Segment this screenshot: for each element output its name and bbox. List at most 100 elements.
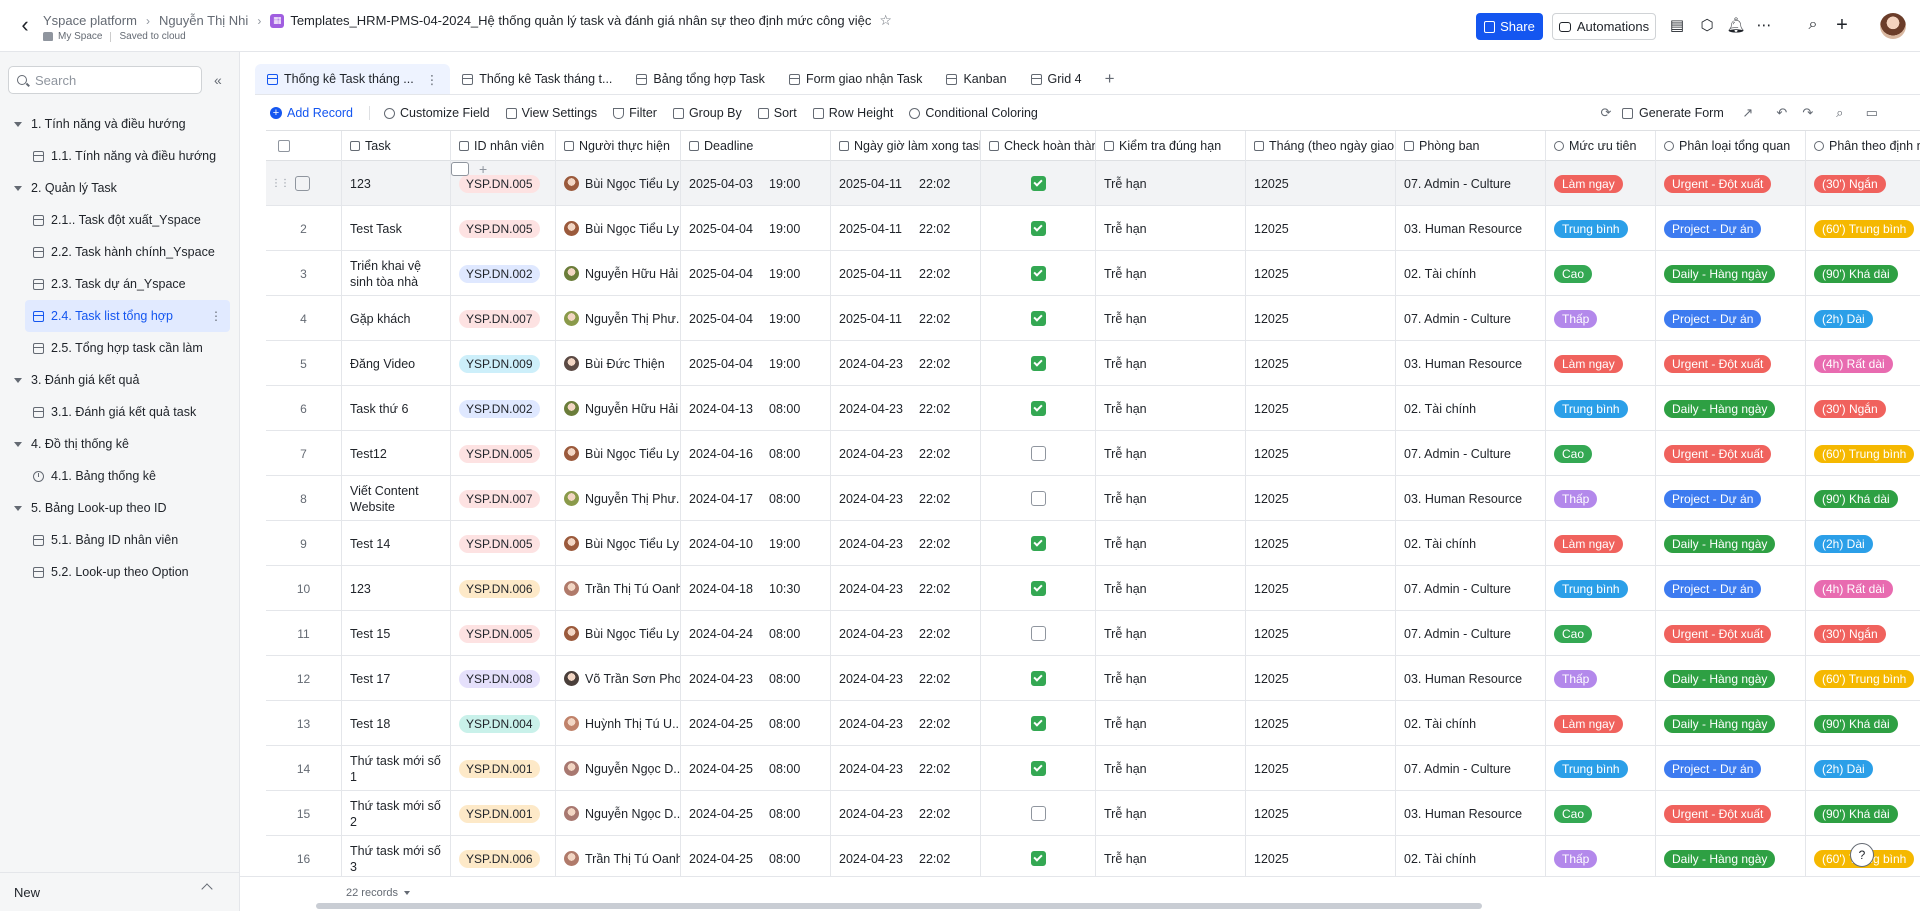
breadcrumb-item-owner[interactable]: Nguyễn Thị Nhi xyxy=(159,13,248,28)
cell-priority[interactable]: Làm ngay xyxy=(1546,161,1656,206)
sidebar-group[interactable]: 3. Đánh giá kết quả xyxy=(0,364,240,396)
undo-icon[interactable]: ↶ xyxy=(1772,105,1792,121)
table-row[interactable]: 8 Viết Content Website YSP.DN.007 Nguyễn Th… xyxy=(266,476,1920,521)
cell-category[interactable]: Urgent - Đột xuất xyxy=(1656,431,1806,476)
cell-priority[interactable]: Thấp xyxy=(1546,296,1656,341)
cell-check-done[interactable] xyxy=(981,386,1096,431)
checked-checkbox[interactable] xyxy=(1030,581,1046,596)
more-icon[interactable]: ⋮ xyxy=(426,72,439,87)
sidebar-item[interactable]: 2.3. Task dự án_Yspace xyxy=(0,268,240,300)
sidebar-new-button[interactable]: New xyxy=(0,872,240,911)
checked-checkbox[interactable] xyxy=(1030,176,1046,191)
column-month[interactable]: Tháng (theo ngày giao t... xyxy=(1246,131,1396,161)
tab-view[interactable]: Form giao nhận Task xyxy=(777,64,935,94)
cell-category[interactable]: Daily - Hàng ngày xyxy=(1656,521,1806,566)
tab-view[interactable]: Bảng tổng hợp Task xyxy=(624,64,777,94)
search-icon[interactable]: ⌕ xyxy=(1804,16,1822,34)
cell-assignee[interactable]: Nguyễn Ngọc D... xyxy=(556,791,681,836)
cell-category[interactable]: Daily - Hàng ngày xyxy=(1656,251,1806,296)
cell-department[interactable]: 03. Human Resource xyxy=(1396,206,1546,251)
cell-norm[interactable]: (90') Khá dài xyxy=(1806,251,1920,296)
table-row[interactable]: 9 Test 14 YSP.DN.005 Bùi Ngọc Tiểu Ly 2024-0… xyxy=(266,521,1920,566)
cell-check-done[interactable] xyxy=(981,836,1096,876)
cell-employee-id[interactable]: YSP.DN.002 xyxy=(451,386,556,431)
cell-norm[interactable]: (30') Ngắn xyxy=(1806,161,1920,206)
plugin-icon[interactable]: ⬡ xyxy=(1698,16,1716,34)
cell-check-done[interactable] xyxy=(981,566,1096,611)
table-row[interactable]: 6 Task thứ 6 YSP.DN.002 Nguyễn Hữu Hải 2024-… xyxy=(266,386,1920,431)
cell-category[interactable]: Project - Dự án xyxy=(1656,746,1806,791)
sidebar-item[interactable]: 2.4. Task list tổng hợp ⋮ xyxy=(25,300,230,332)
checked-checkbox[interactable] xyxy=(1030,401,1046,416)
cell-task[interactable]: Test 17 xyxy=(342,656,451,701)
cell-done-date[interactable]: 2024-04-23 22:02 xyxy=(831,656,981,701)
row-checkbox[interactable] xyxy=(295,176,310,191)
share-button[interactable]: Share xyxy=(1476,13,1543,40)
cell-priority[interactable]: Làm ngay xyxy=(1546,701,1656,746)
cell-department[interactable]: 02. Tài chính xyxy=(1396,521,1546,566)
cell-check-done[interactable] xyxy=(981,611,1096,656)
cell-check-done[interactable] xyxy=(981,161,1096,206)
cell-priority[interactable]: Trung bình xyxy=(1546,206,1656,251)
cell-category[interactable]: Project - Dự án xyxy=(1656,206,1806,251)
add-view-icon[interactable]: + xyxy=(1100,69,1120,89)
cell-employee-id[interactable]: YSP.DN.008 xyxy=(451,656,556,701)
cell-department[interactable]: 03. Human Resource xyxy=(1396,341,1546,386)
cell-norm[interactable]: (60') Trung bình xyxy=(1806,206,1920,251)
checked-checkbox[interactable] xyxy=(1030,356,1046,371)
checked-checkbox[interactable] xyxy=(1030,536,1046,551)
cell-norm[interactable]: (60') Trung bình xyxy=(1806,656,1920,701)
select-all-checkbox[interactable] xyxy=(278,140,290,152)
tab-view[interactable]: Kanban xyxy=(934,64,1018,94)
tab-view[interactable]: Thống kê Task tháng t... xyxy=(450,64,624,94)
cell-done-date[interactable]: 2025-04-11 22:02 xyxy=(831,251,981,296)
table-row[interactable]: 15 Thứ task mới số 2 YSP.DN.001 Nguyễn Ngọc… xyxy=(266,791,1920,836)
sort-button[interactable]: Sort xyxy=(757,106,797,120)
column-check-done[interactable]: Check hoàn thành xyxy=(981,131,1096,161)
cell-done-date[interactable]: 2024-04-23 22:02 xyxy=(831,701,981,746)
cell-deadline[interactable]: 2024-04-25 08:00 xyxy=(681,791,831,836)
unchecked-checkbox[interactable] xyxy=(1030,626,1046,641)
sidebar-item[interactable]: 5.1. Bảng ID nhân viên xyxy=(0,524,240,556)
plus-icon[interactable]: + xyxy=(1833,14,1851,36)
generate-form-button[interactable]: Generate Form xyxy=(1622,106,1724,120)
sidebar-group[interactable]: 1. Tính năng và điều hướng xyxy=(0,108,240,140)
cell-priority[interactable]: Làm ngay xyxy=(1546,341,1656,386)
cell-check-done[interactable] xyxy=(981,296,1096,341)
cell-assignee[interactable]: Nguyễn Thị Phư... xyxy=(556,296,681,341)
user-avatar[interactable] xyxy=(1880,13,1906,39)
table-row[interactable]: 7 Test12 YSP.DN.005 Bùi Ngọc Tiểu Ly 2024-04… xyxy=(266,431,1920,476)
cell-task[interactable]: Viết Content Website xyxy=(342,476,451,521)
checked-checkbox[interactable] xyxy=(1030,761,1046,776)
sidebar-group[interactable]: 5. Bảng Look-up theo ID xyxy=(0,492,240,524)
drag-handle-icon[interactable]: ⋮⋮ xyxy=(271,178,290,189)
table-row[interactable]: 14 Thứ task mới số 1 YSP.DN.001 Nguyễn Ngọc… xyxy=(266,746,1920,791)
sidebar-group[interactable]: 2. Quản lý Task xyxy=(0,172,240,204)
add-icon[interactable]: + xyxy=(479,161,487,177)
cell-task[interactable]: Thứ task mới số 2 xyxy=(342,791,451,836)
cell-department[interactable]: 03. Human Resource xyxy=(1396,791,1546,836)
sidebar-item[interactable]: 1.1. Tính năng và điều hướng xyxy=(0,140,240,172)
cell-category[interactable]: Daily - Hàng ngày xyxy=(1656,701,1806,746)
cell-done-date[interactable]: 2024-04-23 22:02 xyxy=(831,386,981,431)
cell-category[interactable]: Daily - Hàng ngày xyxy=(1656,836,1806,876)
cell-employee-id[interactable]: YSP.DN.001 xyxy=(451,791,556,836)
column-on-time[interactable]: Kiểm tra đúng hạn xyxy=(1096,131,1246,161)
cell-priority[interactable]: Cao xyxy=(1546,251,1656,296)
cell-priority[interactable]: Trung bình xyxy=(1546,746,1656,791)
cell-department[interactable]: 02. Tài chính xyxy=(1396,701,1546,746)
cell-category[interactable]: Urgent - Đột xuất xyxy=(1656,341,1806,386)
cell-priority[interactable]: Cao xyxy=(1546,611,1656,656)
cell-category[interactable]: Urgent - Đột xuất xyxy=(1656,161,1806,206)
cell-check-done[interactable] xyxy=(981,656,1096,701)
cell-task[interactable]: Thứ task mới số 1 xyxy=(342,746,451,791)
cell-employee-id[interactable]: YSP.DN.007 xyxy=(451,296,556,341)
table-row[interactable]: 11 Test 15 YSP.DN.005 Bùi Ngọc Tiểu Ly 2024-… xyxy=(266,611,1920,656)
cell-task[interactable]: Task thứ 6 xyxy=(342,386,451,431)
cell-employee-id[interactable]: YSP.DN.007 xyxy=(451,476,556,521)
cell-deadline[interactable]: 2024-04-23 08:00 xyxy=(681,656,831,701)
column-norm[interactable]: Phân theo định mứ xyxy=(1806,131,1920,161)
cell-task[interactable]: Đăng Video xyxy=(342,341,451,386)
cell-norm[interactable]: (90') Khá dài xyxy=(1806,791,1920,836)
customize-field-button[interactable]: Customize Field xyxy=(384,106,490,120)
